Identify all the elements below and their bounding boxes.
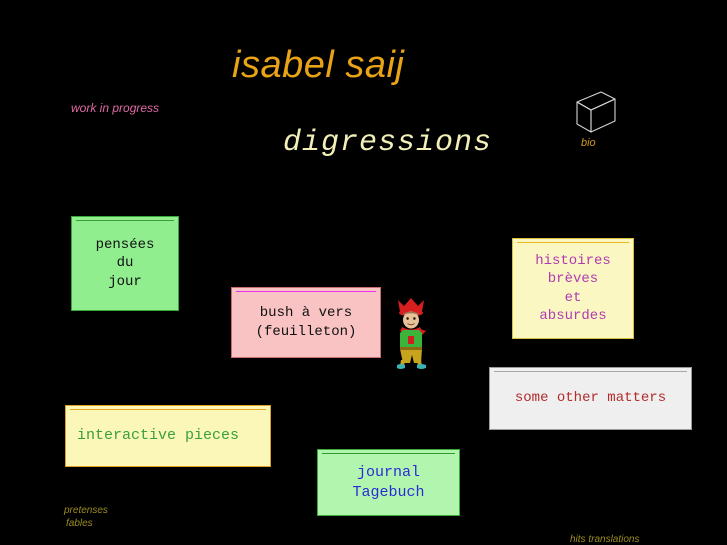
site-title: isabel saij — [232, 44, 405, 86]
card-some-other-matters[interactable]: some other matters — [489, 367, 692, 430]
page-root: isabel saij work in progress digressions… — [0, 0, 727, 545]
card-histoires-breves-et-absurdes-label: histoires brèves et absurdes — [535, 252, 611, 324]
card-interactive-pieces[interactable]: interactive pieces — [65, 405, 271, 467]
work-in-progress-note: work in progress — [71, 101, 160, 115]
card-bush-a-vers-label: bush à vers (feuilleton) — [255, 305, 357, 340]
card-pensees-du-jour-label: pensées du jour — [95, 236, 155, 290]
card-journal-tagebuch[interactable]: journal Tagebuch — [317, 449, 460, 516]
footer-link-pretenses[interactable]: pretenses — [64, 505, 108, 516]
jester-clown-icon[interactable] — [393, 297, 430, 372]
card-some-other-matters-label: some other matters — [514, 390, 667, 407]
footer-link-fables[interactable]: fables — [66, 518, 93, 529]
card-bush-a-vers[interactable]: bush à vers (feuilleton) — [231, 287, 381, 358]
card-journal-tagebuch-label: journal Tagebuch — [352, 463, 425, 501]
cube-icon[interactable] — [573, 89, 619, 149]
card-interactive-pieces-label: interactive pieces — [77, 427, 240, 445]
bio-label[interactable]: bio — [581, 137, 596, 149]
card-pensees-du-jour[interactable]: pensées du jour — [71, 216, 179, 311]
card-histoires-breves-et-absurdes[interactable]: histoires brèves et absurdes — [512, 238, 634, 339]
footer-link-hits-translations[interactable]: hits translations — [570, 534, 639, 545]
page-title: digressions — [283, 126, 493, 160]
